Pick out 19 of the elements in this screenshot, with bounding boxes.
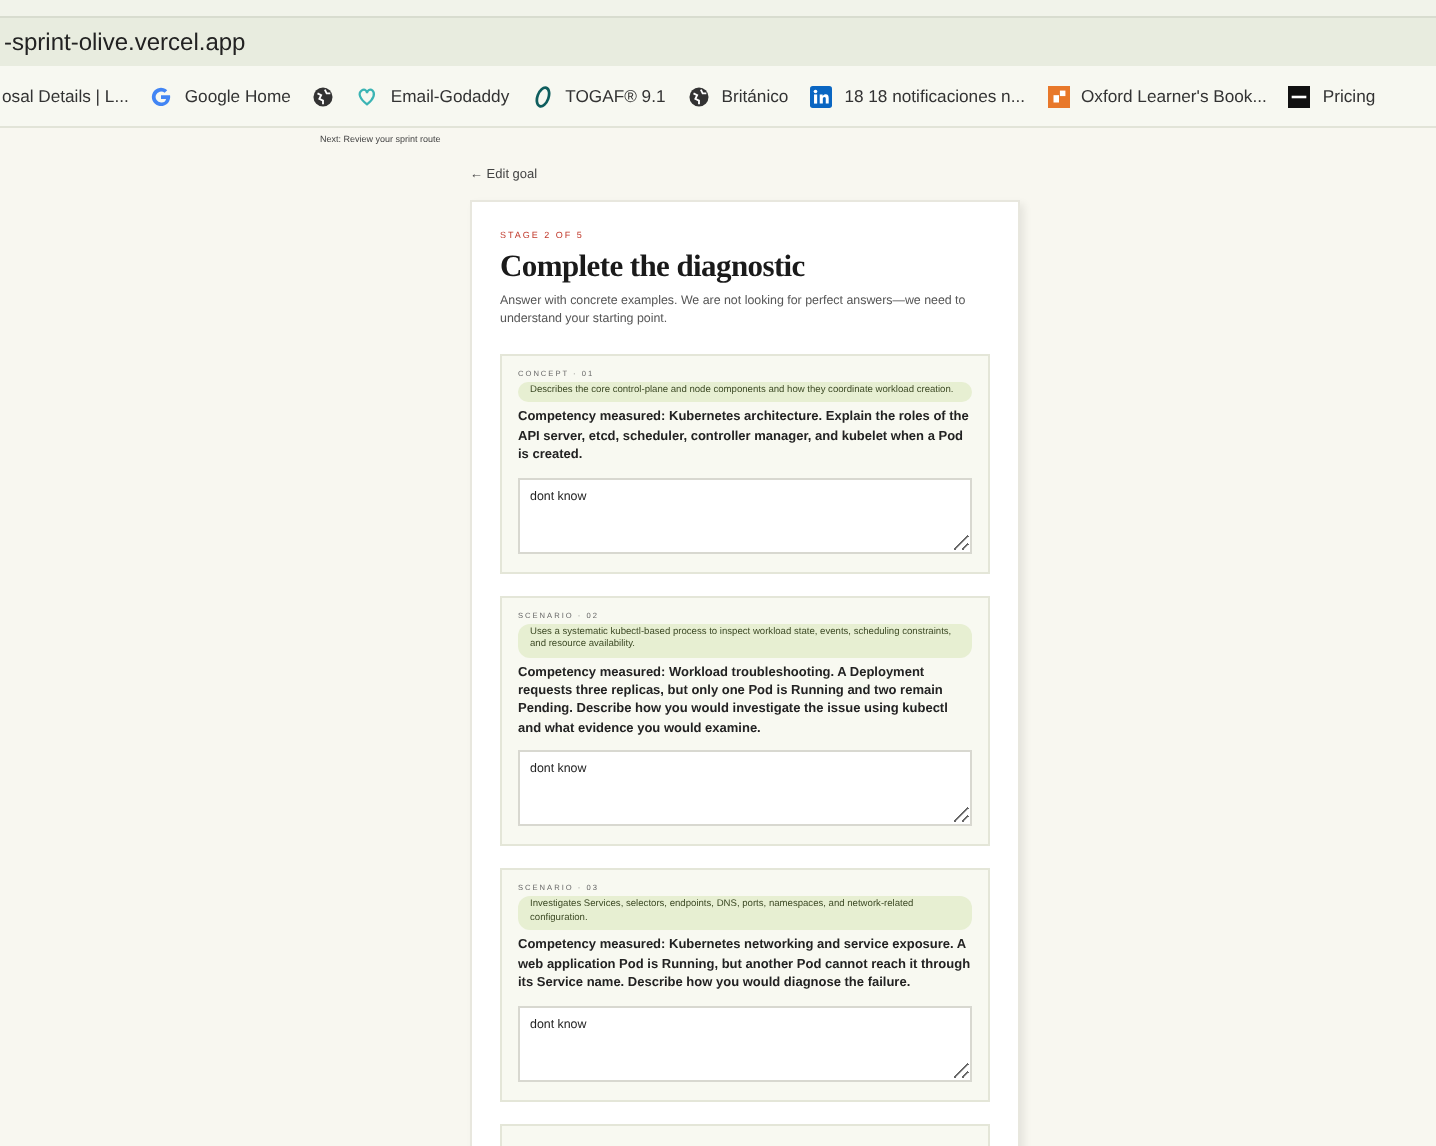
heart-logo-icon [356, 85, 379, 107]
oval-logo-icon [531, 85, 554, 107]
globe-icon [312, 85, 335, 107]
globe-icon [687, 85, 710, 107]
bookmark[interactable]: Email-Godaddy [356, 85, 510, 107]
bookmark[interactable] [312, 85, 335, 107]
bookmark[interactable]: Británico [687, 85, 789, 107]
square-logo-icon [1288, 85, 1311, 107]
book-logo-icon [1047, 85, 1069, 107]
bookmark[interactable]: TOGAF® 9.1 [531, 85, 666, 107]
google-icon [150, 85, 173, 107]
page-title: Complete the diagnostic [500, 250, 807, 286]
linkedin-icon [810, 85, 833, 107]
bookmark[interactable]: Pricing [1288, 85, 1376, 107]
bookmark[interactable]: Oxford Learner's Book... [1047, 85, 1267, 107]
bookmark[interactable]: osal Details | L... [2, 86, 129, 106]
address-bar[interactable]: -sprint-olive.vercel.app [0, 18, 1436, 66]
bookmark[interactable]: 18 18 notificaciones n... [810, 85, 1025, 107]
bookmark[interactable]: Google Home [150, 85, 291, 107]
